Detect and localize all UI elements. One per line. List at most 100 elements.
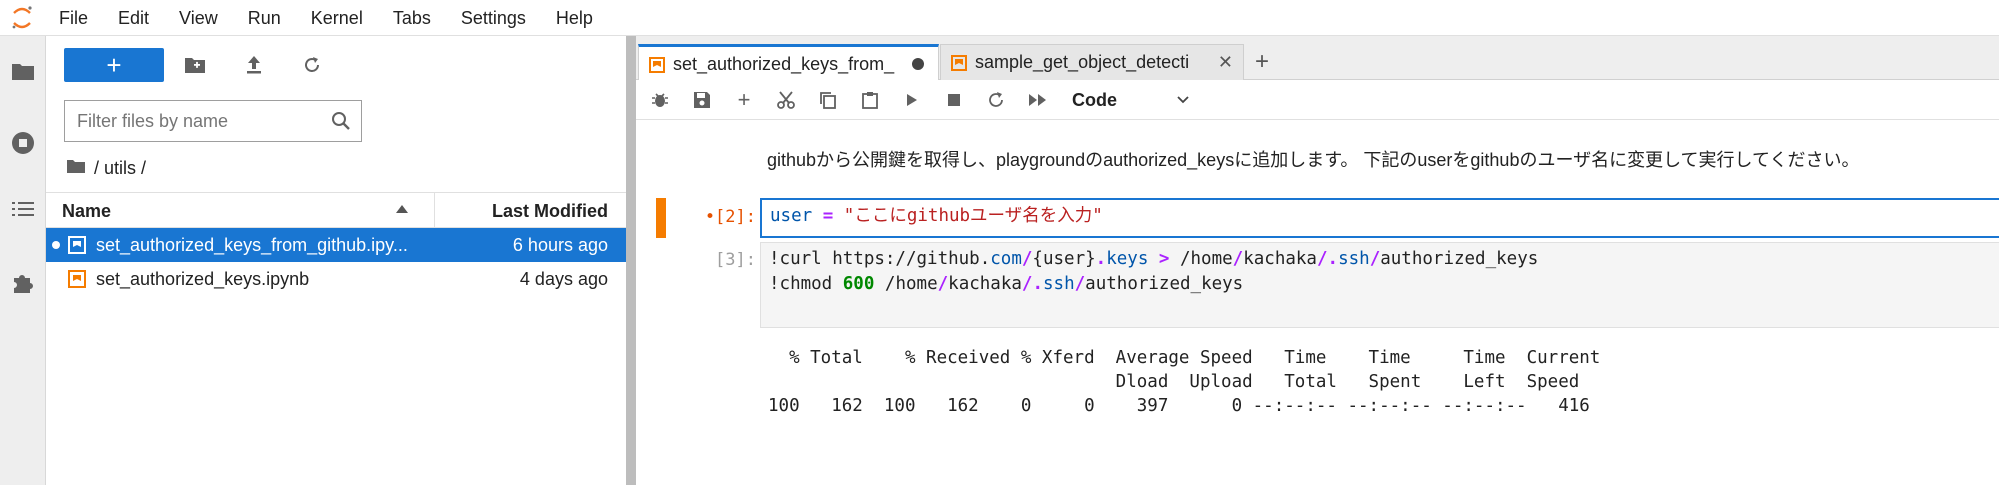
code-token: user: [770, 206, 813, 226]
column-divider[interactable]: [434, 193, 435, 229]
code-token: ssh: [1043, 274, 1075, 294]
menu-help[interactable]: Help: [541, 0, 608, 36]
markdown-cell: githubから公開鍵を取得し、playgroundのauthorized_ke…: [767, 150, 1860, 170]
code-token: .: [1032, 274, 1044, 294]
code-token: ssh: [1338, 249, 1370, 269]
notebook-toolbar: + Code: [636, 80, 1999, 120]
output-line: 100 162 100 162 0 0 397 0 --:--:-- --:--…: [768, 396, 1590, 416]
code-cell-input[interactable]: !curl https://github.com/{user}.keys > /…: [760, 242, 1999, 328]
menu-run[interactable]: Run: [233, 0, 296, 36]
column-modified-header[interactable]: Last Modified: [492, 193, 608, 229]
breadcrumb-path[interactable]: / utils /: [94, 158, 146, 179]
restart-run-all-icon[interactable]: [1024, 86, 1052, 114]
code-token: /: [1021, 274, 1033, 294]
code-token: .: [1327, 249, 1339, 269]
tab-sample-get-object[interactable]: sample_get_object_detecti ✕: [940, 44, 1244, 80]
new-launcher-button[interactable]: +: [64, 48, 164, 82]
cell-type-select[interactable]: Code: [1072, 85, 1197, 115]
activity-bar: [0, 36, 46, 485]
file-modified: 6 hours ago: [512, 235, 608, 255]
copy-icon[interactable]: [814, 86, 842, 114]
new-folder-icon[interactable]: [180, 50, 210, 80]
upload-icon[interactable]: [239, 50, 269, 80]
code-token: >: [1148, 249, 1180, 269]
output-line: Dload Upload Total Spent Left Speed: [768, 372, 1580, 392]
unsaved-dot-icon[interactable]: [912, 58, 924, 70]
code-token: /home: [1179, 249, 1233, 269]
menu-file[interactable]: File: [44, 0, 103, 36]
code-token: authorized_keys: [1085, 274, 1244, 294]
add-tab-button[interactable]: +: [1246, 46, 1278, 78]
code-token: }: [1085, 249, 1096, 269]
code-cell-input[interactable]: user = "ここにgithubユーザ名を入力": [760, 198, 1999, 238]
insert-cell-icon[interactable]: +: [730, 86, 758, 114]
notebook-icon: [951, 55, 967, 71]
menu-settings[interactable]: Settings: [446, 0, 541, 36]
code-token: /: [1316, 249, 1328, 269]
file-name: set_authorized_keys.ipynb: [96, 269, 310, 289]
jupyter-logo-icon: [0, 0, 44, 36]
cell-prompt: [3]:: [715, 250, 756, 270]
code-token: authorized_keys: [1380, 249, 1539, 269]
tab-label: set_authorized_keys_from_: [673, 53, 895, 74]
cut-icon[interactable]: [772, 86, 800, 114]
file-browser-toolbar: +: [46, 36, 626, 92]
active-cell-indicator: [656, 198, 666, 238]
menu-view[interactable]: View: [164, 0, 233, 36]
breadcrumb-folder-icon[interactable]: [66, 158, 86, 179]
code-token: !curl https://github.: [769, 249, 991, 269]
code-token: com: [990, 249, 1022, 269]
running-indicator-icon: [52, 241, 60, 249]
code-token: kachaka: [1243, 249, 1317, 269]
code-token: user: [1042, 249, 1086, 269]
code-token: .: [1095, 249, 1107, 269]
code-token: {: [1032, 249, 1043, 269]
code-token: 600: [842, 274, 875, 294]
menu-edit[interactable]: Edit: [103, 0, 164, 36]
menu-bar: File Edit View Run Kernel Tabs Settings …: [0, 0, 1999, 36]
search-icon: [331, 111, 351, 136]
file-browser: + / utils / Name Last Modified set_aut: [46, 36, 626, 485]
running-kernels-icon[interactable]: [8, 128, 38, 158]
code-token: "ここにgithubユーザ名を入力": [843, 206, 1103, 226]
cell-output: % Total % Received % Xferd Average Speed…: [768, 346, 1600, 418]
cell-type-value: Code: [1072, 89, 1117, 110]
menu-kernel[interactable]: Kernel: [296, 0, 378, 36]
restart-icon[interactable]: [982, 86, 1010, 114]
column-name-header[interactable]: Name: [62, 193, 111, 229]
sort-ascending-icon: [396, 205, 408, 213]
code-token: /home: [884, 274, 938, 294]
code-token: !chmod: [769, 274, 843, 294]
code-token: /: [937, 274, 949, 294]
tab-label: sample_get_object_detecti: [975, 52, 1190, 72]
code-token: /: [1074, 274, 1086, 294]
code-token: =: [822, 206, 834, 226]
main-area: set_authorized_keys_from_ sample_get_obj…: [636, 36, 1999, 485]
notebook-icon: [68, 270, 86, 288]
refresh-icon[interactable]: [297, 50, 327, 80]
debugger-bug-icon[interactable]: [646, 86, 674, 114]
code-token: kachaka: [948, 274, 1022, 294]
tab-set-authorized-keys[interactable]: set_authorized_keys_from_: [638, 44, 939, 81]
code-token: keys: [1106, 249, 1149, 269]
filter-input[interactable]: [77, 110, 317, 132]
cell-prompt: •[2]:: [704, 207, 756, 227]
save-icon[interactable]: [688, 86, 716, 114]
folder-icon[interactable]: [8, 56, 38, 86]
close-icon[interactable]: ✕: [1218, 52, 1233, 73]
menu-tabs[interactable]: Tabs: [378, 0, 446, 36]
paste-icon[interactable]: [856, 86, 884, 114]
table-of-contents-icon[interactable]: [8, 194, 38, 224]
extensions-puzzle-icon[interactable]: [8, 268, 38, 298]
breadcrumb: / utils /: [66, 154, 146, 182]
stop-icon[interactable]: [940, 86, 968, 114]
notebook-icon: [649, 57, 665, 73]
file-modified: 4 days ago: [519, 269, 608, 289]
file-row[interactable]: set_authorized_keys_from_github.ipy... 6…: [46, 228, 626, 262]
tab-bar: set_authorized_keys_from_ sample_get_obj…: [636, 36, 1999, 81]
panel-splitter[interactable]: [626, 36, 636, 485]
run-icon[interactable]: [898, 86, 926, 114]
code-token: /: [1021, 249, 1033, 269]
file-row[interactable]: set_authorized_keys.ipynb 4 days ago: [46, 262, 626, 296]
